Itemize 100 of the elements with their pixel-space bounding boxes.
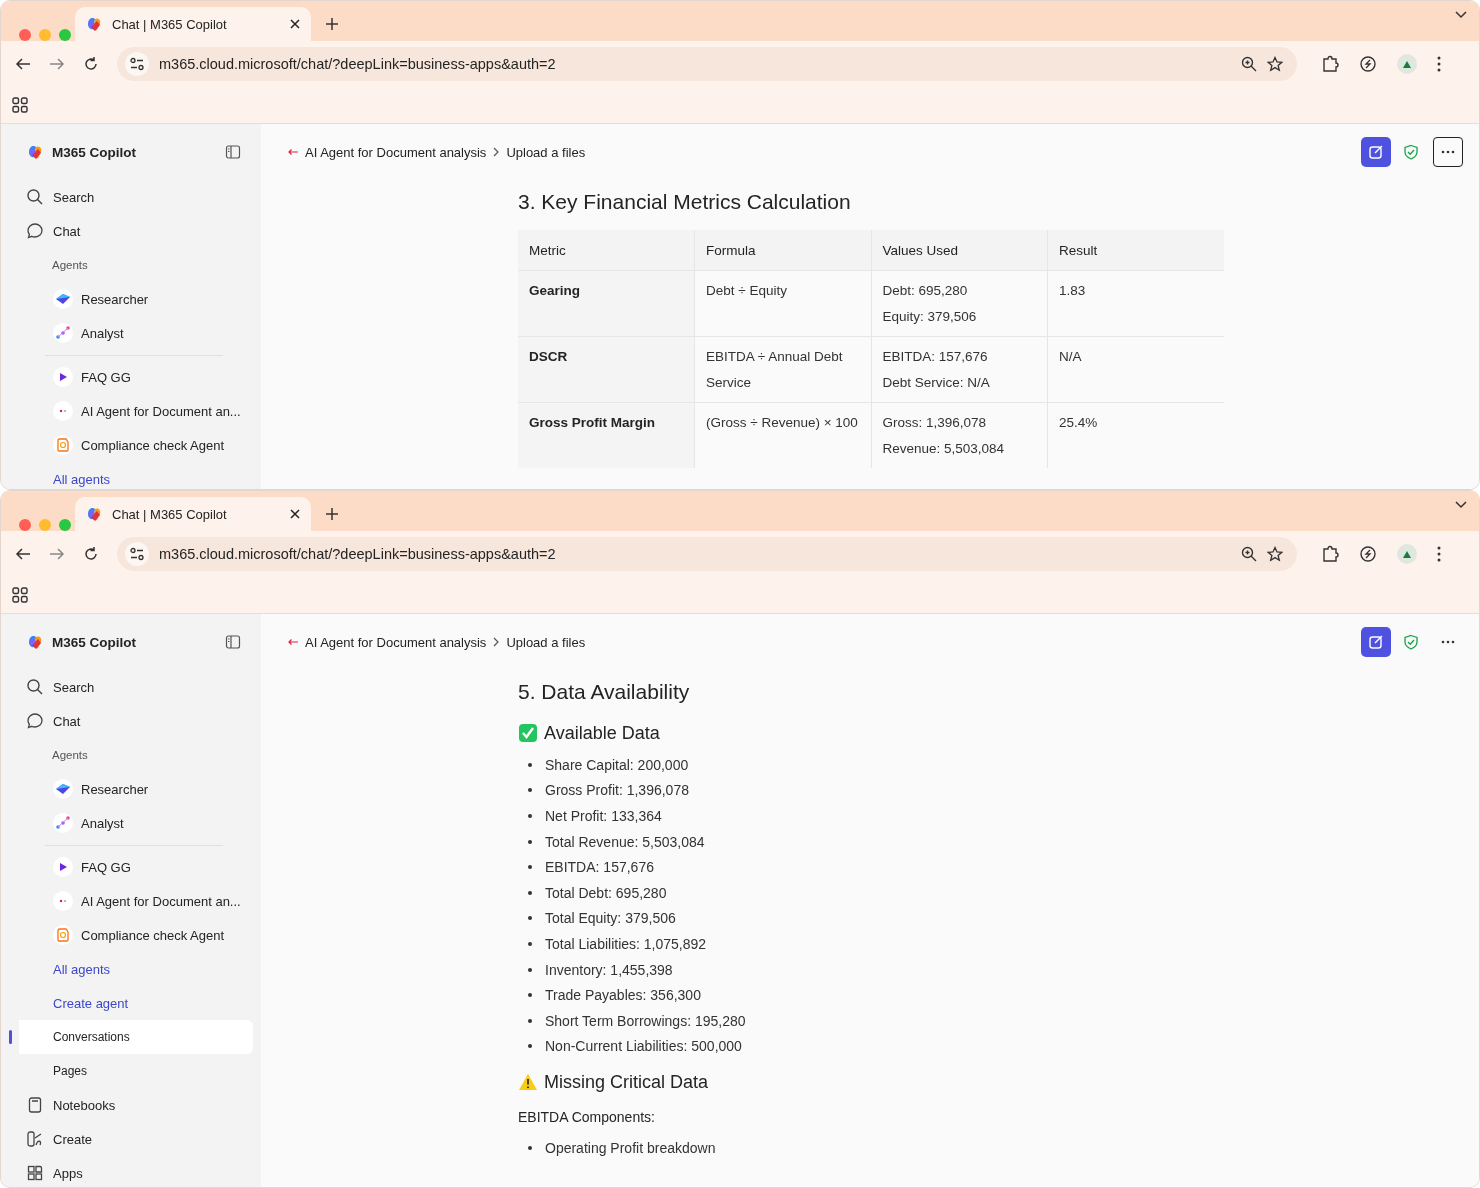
shield-check-icon[interactable] [1403, 144, 1419, 160]
zoom-icon[interactable] [1241, 56, 1257, 72]
sidebar-item[interactable]: Apps [9, 1156, 253, 1187]
agent-item[interactable]: FAQ GG [9, 360, 253, 394]
back-arrow-icon[interactable] [287, 148, 299, 156]
table-cell: N/A [1047, 336, 1224, 403]
breadcrumb-link[interactable]: AI Agent for Document analysis [305, 634, 487, 650]
sidebar-item[interactable]: Conversations [9, 1020, 253, 1054]
subheading: Available Data [544, 722, 660, 745]
column-header: Result [1047, 230, 1224, 271]
forward-icon[interactable] [49, 546, 65, 562]
side-panel-icon[interactable] [225, 634, 241, 650]
list-item: Short Term Borrowings: 195,280 [545, 1012, 746, 1029]
agent-item[interactable]: Compliance check Agent [9, 918, 253, 952]
gradient-leaf-icon [55, 291, 71, 307]
gradient-leaf-icon [55, 781, 71, 797]
sidebar-item[interactable]: Pages [9, 1054, 253, 1088]
address-bar[interactable]: m365.cloud.microsoft/chat/?deepLink=business-apps&auth=2 [117, 537, 1297, 571]
sidebar-item[interactable]: Chat [9, 214, 253, 248]
sidebar-link[interactable]: Create agent [53, 995, 129, 1011]
check-box-icon [518, 723, 538, 743]
agent-item[interactable]: AI Agent for Document an... [9, 394, 253, 428]
column-header: Formula [694, 230, 871, 271]
agent-item[interactable]: Researcher [9, 282, 253, 316]
scatter-dots-icon [55, 815, 71, 831]
list-item: Non-Current Liabilities: 500,000 [545, 1038, 742, 1055]
breadcrumb-link[interactable]: Upload a files [506, 144, 586, 160]
speech-bubble-icon [26, 712, 44, 730]
sidebar-link[interactable]: All agents [53, 961, 111, 977]
apps-grid-icon[interactable] [12, 97, 28, 113]
list-item: Net Profit: 133,364 [545, 808, 662, 824]
search-icon [26, 188, 44, 206]
more-button[interactable] [1433, 137, 1463, 167]
site-settings-icon[interactable] [129, 56, 145, 72]
close-icon[interactable] [289, 18, 301, 30]
star-icon[interactable] [1267, 546, 1283, 562]
chevron-down-icon[interactable] [1455, 501, 1467, 509]
sidebar-item[interactable]: Search [9, 670, 253, 704]
table-cell: EBITDA ÷ Annual Debt Service [694, 336, 871, 403]
agent-item[interactable]: Analyst [9, 316, 253, 350]
table-cell: Gearing [518, 270, 695, 337]
bullet-dot [528, 1018, 532, 1023]
reload-icon[interactable] [83, 56, 99, 72]
column-header: Values Used [871, 230, 1048, 271]
sidebar-item[interactable]: Chat [9, 704, 253, 738]
sidebar-item[interactable]: Create [9, 1122, 253, 1156]
zoom-icon[interactable] [1241, 546, 1257, 562]
list-item: Gross Profit: 1,396,078 [545, 782, 689, 799]
profile-avatar[interactable] [1397, 54, 1417, 74]
speech-bubble-icon [26, 222, 44, 240]
agent-item[interactable]: Researcher [9, 772, 253, 806]
shield-check-icon[interactable] [1403, 634, 1419, 650]
back-arrow-icon[interactable] [287, 638, 299, 646]
back-icon[interactable] [15, 56, 31, 72]
bullet-dot [528, 1145, 532, 1150]
sidebar-link[interactable]: All agents [53, 471, 111, 487]
subheading: Missing Critical Data [544, 1071, 709, 1095]
more-icon [1441, 640, 1455, 644]
side-panel-icon[interactable] [225, 144, 241, 160]
kebab-menu-icon[interactable] [1437, 56, 1441, 72]
agent-item[interactable]: FAQ GG [9, 850, 253, 884]
table-cell: 1.83 [1047, 270, 1224, 337]
breadcrumb-link[interactable]: AI Agent for Document analysis [305, 144, 487, 160]
puzzle-icon[interactable] [1321, 55, 1339, 73]
breadcrumb-link[interactable]: Upload a files [506, 634, 586, 650]
browser-tab[interactable]: Chat | M365 Copilot [75, 7, 311, 41]
back-icon[interactable] [15, 546, 31, 562]
sidebar-item[interactable]: Search [9, 180, 253, 214]
profile-avatar[interactable] [1397, 544, 1417, 564]
reload-icon[interactable] [83, 546, 99, 562]
new-chat-button[interactable] [1361, 137, 1391, 167]
address-bar[interactable]: m365.cloud.microsoft/chat/?deepLink=business-apps&auth=2 [117, 47, 1297, 81]
agent-item[interactable]: Analyst [9, 806, 253, 840]
chevron-down-icon[interactable] [1455, 11, 1467, 19]
table-cell: Gross Profit Margin [518, 402, 695, 468]
more-icon [1441, 150, 1455, 154]
list-item: Total Debt: 695,280 [545, 884, 667, 901]
plus-icon[interactable] [325, 17, 339, 31]
sidebar-item[interactable]: Notebooks [9, 1088, 253, 1122]
puzzle-icon[interactable] [1321, 545, 1339, 563]
star-icon[interactable] [1267, 56, 1283, 72]
apps-grid-icon[interactable] [12, 587, 28, 603]
bullet-dot [528, 916, 532, 921]
site-settings-icon[interactable] [129, 546, 145, 562]
search-icon [26, 678, 44, 696]
agent-item[interactable]: AI Agent for Document an... [9, 884, 253, 918]
forward-icon[interactable] [49, 56, 65, 72]
browser-tab[interactable]: Chat | M365 Copilot [75, 497, 311, 531]
bullet-dot [528, 762, 532, 767]
column-header: Metric [518, 230, 695, 271]
app-title: M365 Copilot [52, 634, 137, 650]
list-item: Inventory: 1,455,398 [545, 961, 673, 978]
window-controls-drawing [19, 29, 71, 41]
kebab-menu-icon[interactable] [1437, 546, 1441, 562]
bullet-dot [528, 814, 532, 818]
new-chat-button[interactable] [1361, 627, 1391, 657]
plus-icon[interactable] [325, 507, 339, 521]
close-icon[interactable] [289, 508, 301, 520]
copilot-logo-icon [85, 505, 103, 523]
agent-item[interactable]: Compliance check Agent [9, 428, 253, 462]
